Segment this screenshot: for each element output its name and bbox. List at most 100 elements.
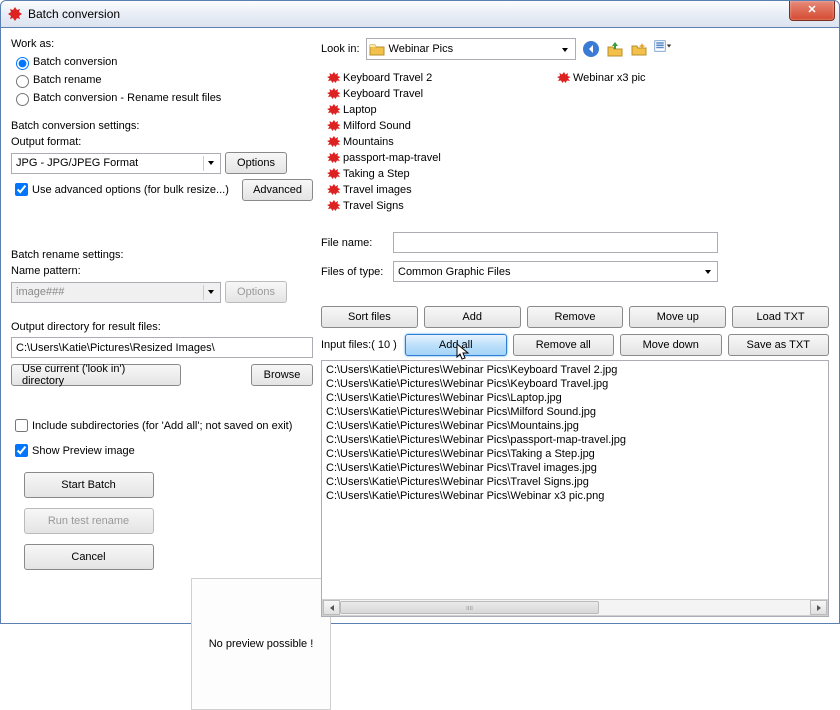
radio-label: Batch conversion	[33, 56, 117, 68]
name-pattern-label: Name pattern:	[11, 265, 313, 277]
preview-panel: No preview possible !	[191, 578, 331, 710]
input-files-label: Input files:( 10 )	[321, 339, 399, 351]
files-of-type-combo[interactable]: Common Graphic Files	[393, 261, 718, 282]
folder-icon	[369, 42, 385, 56]
radio-batch-conversion[interactable]	[16, 57, 29, 70]
chevron-down-icon	[203, 156, 218, 171]
file-type-icon	[327, 151, 341, 165]
workas-label: Work as:	[11, 38, 313, 50]
file-item[interactable]: Travel Signs	[327, 198, 557, 214]
preview-text: No preview possible !	[209, 638, 314, 650]
file-item[interactable]: Milford Sound	[327, 118, 557, 134]
file-name: Travel Signs	[343, 200, 404, 212]
load-txt-button[interactable]: Load TXT	[732, 306, 829, 328]
name-pattern-combo: image###	[11, 282, 221, 303]
input-file-path[interactable]: C:\Users\Katie\Pictures\Webinar Pics\pas…	[326, 433, 824, 447]
close-button[interactable]: ✕	[789, 1, 835, 21]
output-format-combo[interactable]: JPG - JPG/JPEG Format	[11, 153, 221, 174]
scroll-thumb[interactable]	[340, 601, 599, 614]
use-current-dir-button[interactable]: Use current ('look in') directory	[11, 364, 181, 386]
file-name: Travel images	[343, 184, 412, 196]
add-button[interactable]: Add	[424, 306, 521, 328]
options-button[interactable]: Options	[225, 152, 287, 174]
file-item[interactable]: Keyboard Travel 2	[327, 70, 557, 86]
add-all-button[interactable]: Add all	[405, 334, 507, 356]
file-name: Webinar x3 pic	[573, 72, 646, 84]
file-type-icon	[327, 183, 341, 197]
input-file-path[interactable]: C:\Users\Katie\Pictures\Webinar Pics\Web…	[326, 489, 824, 503]
window-title: Batch conversion	[28, 7, 120, 21]
show-preview-label: Show Preview image	[32, 445, 135, 457]
chevron-down-icon	[558, 42, 573, 57]
file-item[interactable]: Taking a Step	[327, 166, 557, 182]
start-batch-button[interactable]: Start Batch	[24, 472, 154, 498]
input-file-path[interactable]: C:\Users\Katie\Pictures\Webinar Pics\Lap…	[326, 391, 824, 405]
move-down-button[interactable]: Move down	[620, 334, 722, 356]
scroll-track[interactable]	[340, 600, 810, 615]
input-files-list[interactable]: C:\Users\Katie\Pictures\Webinar Pics\Key…	[321, 360, 829, 617]
input-file-path[interactable]: C:\Users\Katie\Pictures\Webinar Pics\Mou…	[326, 419, 824, 433]
file-name: Keyboard Travel	[343, 88, 423, 100]
back-icon[interactable]	[582, 40, 600, 58]
rename-options-button: Options	[225, 281, 287, 303]
up-folder-icon[interactable]	[606, 40, 624, 58]
file-type-icon	[327, 167, 341, 181]
save-txt-button[interactable]: Save as TXT	[728, 334, 830, 356]
radio-batch-rename[interactable]	[16, 75, 29, 88]
file-name: Mountains	[343, 136, 394, 148]
output-dir-heading: Output directory for result files:	[11, 321, 313, 333]
browse-button[interactable]: Browse	[251, 364, 313, 386]
horizontal-scrollbar[interactable]	[322, 599, 828, 616]
move-up-button[interactable]: Move up	[629, 306, 726, 328]
include-subdirs-check[interactable]	[15, 419, 28, 432]
file-type-icon	[327, 87, 341, 101]
include-subdirs-label: Include subdirectories (for 'Add all'; n…	[32, 420, 292, 432]
add-all-label: Add all	[439, 339, 473, 351]
file-name: passport-map-travel	[343, 152, 441, 164]
view-menu-icon[interactable]	[654, 40, 672, 58]
file-item[interactable]: Webinar x3 pic	[557, 70, 787, 86]
file-item[interactable]: Keyboard Travel	[327, 86, 557, 102]
sort-files-button[interactable]: Sort files	[321, 306, 418, 328]
advanced-options-check[interactable]	[15, 183, 28, 196]
remove-all-button[interactable]: Remove all	[513, 334, 615, 356]
output-format-value: JPG - JPG/JPEG Format	[16, 157, 138, 169]
file-item[interactable]: Mountains	[327, 134, 557, 150]
show-preview-check[interactable]	[15, 444, 28, 457]
app-icon	[7, 6, 23, 22]
look-in-combo[interactable]: Webinar Pics	[366, 38, 576, 60]
file-name-input[interactable]	[393, 232, 718, 253]
rename-settings-heading: Batch rename settings:	[11, 249, 313, 261]
file-name: Taking a Step	[343, 168, 410, 180]
remove-button[interactable]: Remove	[527, 306, 624, 328]
radio-label: Batch rename	[33, 74, 101, 86]
file-name: Keyboard Travel 2	[343, 72, 432, 84]
input-file-path[interactable]: C:\Users\Katie\Pictures\Webinar Pics\Key…	[326, 377, 824, 391]
file-item[interactable]: passport-map-travel	[327, 150, 557, 166]
file-type-icon	[327, 119, 341, 133]
input-file-path[interactable]: C:\Users\Katie\Pictures\Webinar Pics\Key…	[326, 363, 824, 377]
file-browser-list[interactable]: Keyboard Travel 2 Keyboard Travel Laptop Mi…	[321, 68, 829, 228]
cancel-button[interactable]: Cancel	[24, 544, 154, 570]
file-type-icon	[557, 71, 571, 85]
file-name-label: File name:	[321, 237, 393, 249]
radio-batch-conv-rename[interactable]	[16, 93, 29, 106]
new-folder-icon[interactable]	[630, 40, 648, 58]
titlebar: Batch conversion ✕	[0, 0, 840, 28]
scroll-left-button[interactable]	[323, 600, 340, 615]
advanced-button[interactable]: Advanced	[242, 179, 313, 201]
input-file-path[interactable]: C:\Users\Katie\Pictures\Webinar Pics\Tak…	[326, 447, 824, 461]
look-in-label: Look in:	[321, 43, 360, 55]
input-file-path[interactable]: C:\Users\Katie\Pictures\Webinar Pics\Mil…	[326, 405, 824, 419]
file-item[interactable]: Travel images	[327, 182, 557, 198]
look-in-value: Webinar Pics	[389, 43, 454, 55]
files-of-type-value: Common Graphic Files	[398, 266, 510, 278]
input-file-path[interactable]: C:\Users\Katie\Pictures\Webinar Pics\Tra…	[326, 461, 824, 475]
conv-settings-heading: Batch conversion settings:	[11, 120, 313, 132]
file-name: Laptop	[343, 104, 377, 116]
scroll-right-button[interactable]	[810, 600, 827, 615]
output-dir-input[interactable]: C:\Users\Katie\Pictures\Resized Images\	[11, 337, 313, 358]
input-file-path[interactable]: C:\Users\Katie\Pictures\Webinar Pics\Tra…	[326, 475, 824, 489]
output-dir-value: C:\Users\Katie\Pictures\Resized Images\	[16, 342, 215, 354]
file-item[interactable]: Laptop	[327, 102, 557, 118]
